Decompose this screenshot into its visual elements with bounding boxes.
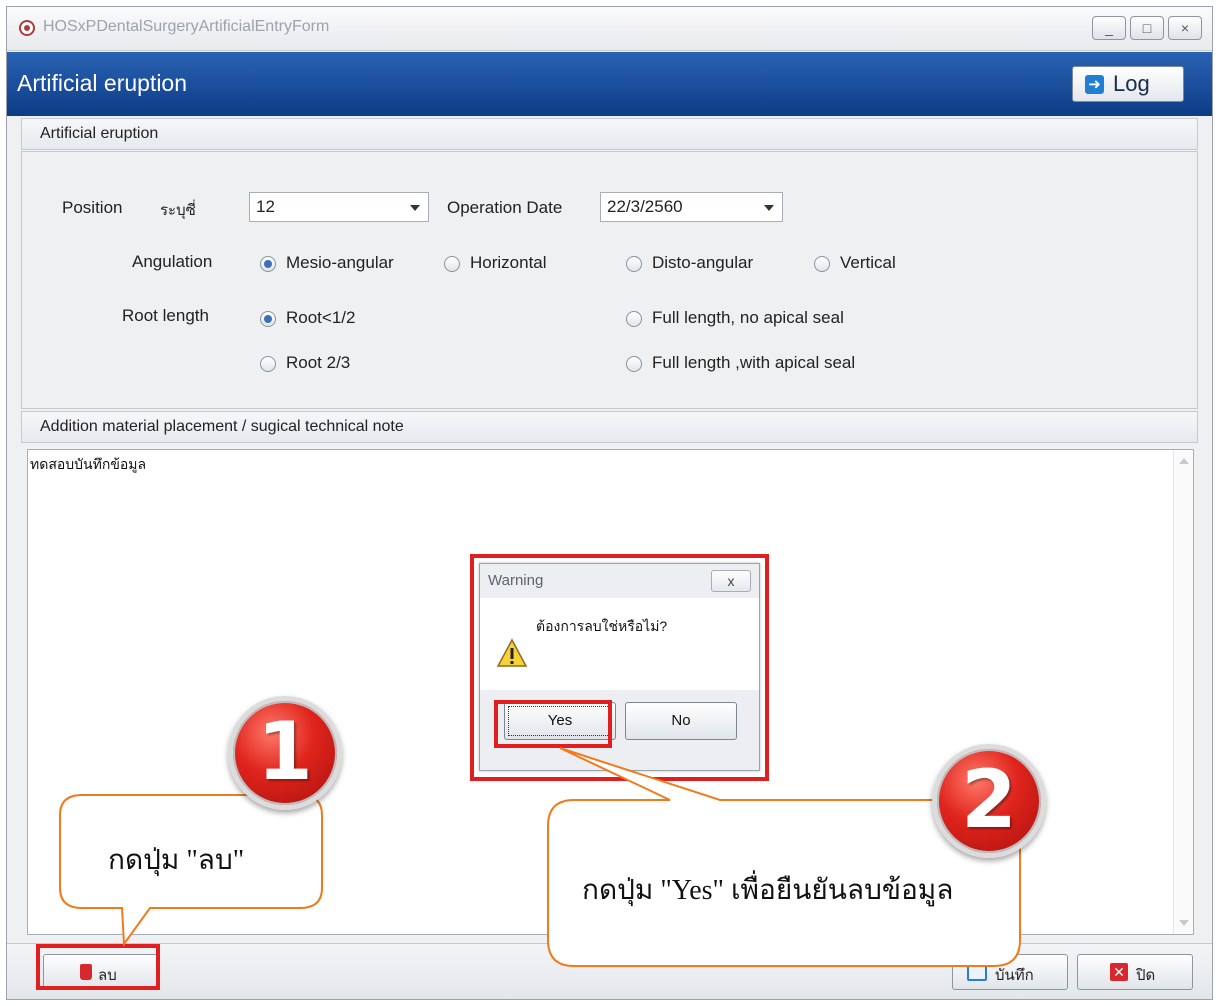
step-2-badge: 2: [932, 744, 1046, 858]
callout-text-2: กดปุ่ม "Yes" เพื่อยืนยันลบข้อมูล: [582, 875, 954, 906]
callout-text-1: กดปุ่ม "ลบ": [108, 845, 245, 876]
step-1-badge: 1: [228, 696, 342, 810]
